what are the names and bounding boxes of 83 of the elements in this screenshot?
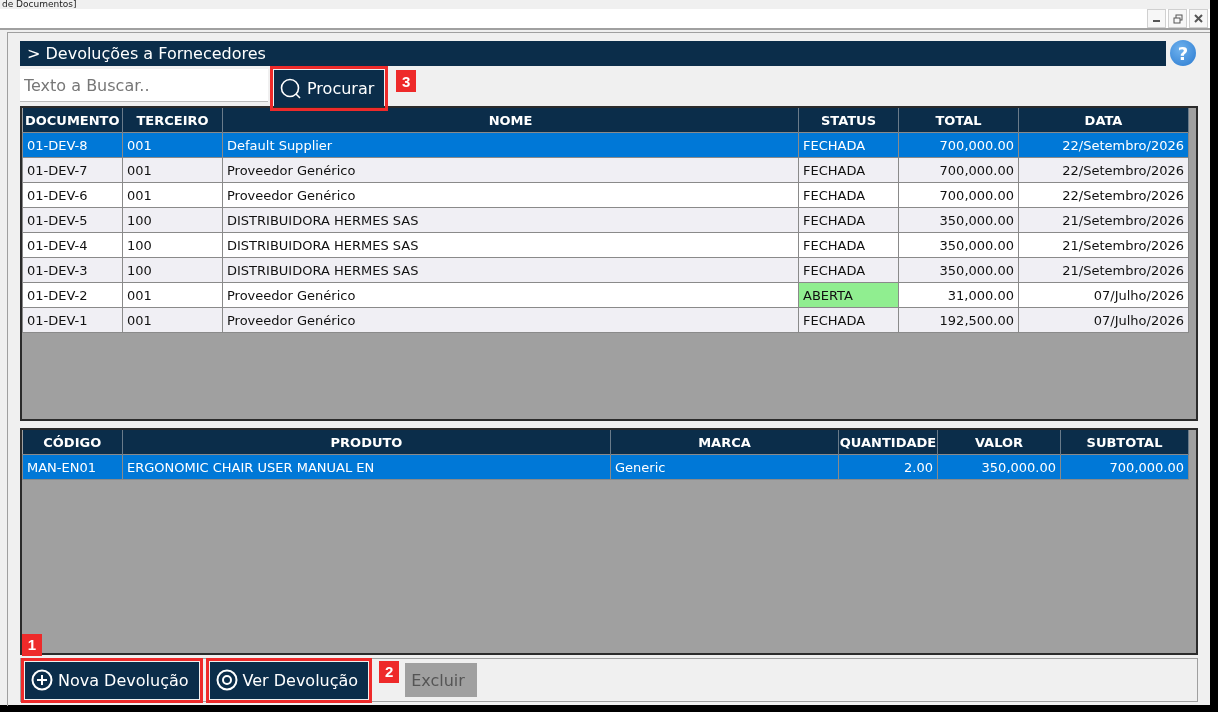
minimize-button[interactable] (1147, 9, 1166, 28)
step-number: 1 (22, 633, 42, 656)
column-header[interactable]: DATA (1018, 108, 1189, 133)
table-cell: FECHADA (798, 257, 899, 283)
restore-icon (1172, 13, 1183, 24)
table-cell: 01-DEV-7 (22, 157, 123, 183)
table-cell: Proveedor Genérico (222, 157, 799, 183)
table-cell: 22/Setembro/2026 (1018, 182, 1189, 208)
table-cell: 31,000.00 (898, 282, 1019, 308)
table-cell: 21/Setembro/2026 (1018, 232, 1189, 258)
table-cell: 2.00 (838, 454, 938, 480)
column-header[interactable]: SUBTOTAL (1060, 430, 1189, 455)
table-cell: 001 (122, 182, 223, 208)
table-cell: 700,000.00 (898, 182, 1019, 208)
step-number: 3 (396, 70, 417, 92)
table-cell: 21/Setembro/2026 (1018, 207, 1189, 233)
column-header[interactable]: DOCUMENTO (22, 108, 123, 133)
table-cell: ERGONOMIC CHAIR USER MANUAL EN (122, 454, 611, 480)
table-cell: 350,000.00 (898, 207, 1019, 233)
table-cell: MAN-EN01 (22, 454, 123, 480)
table-cell: 01-DEV-1 (22, 307, 123, 333)
column-header[interactable]: MARCA (610, 430, 839, 455)
status-cell: ABERTA (798, 282, 899, 308)
eye-icon (215, 669, 238, 691)
table-cell: 01-DEV-3 (22, 257, 123, 283)
table-cell: 001 (122, 282, 223, 308)
search-icon (280, 77, 302, 100)
table-cell: FECHADA (798, 132, 899, 158)
step-number: 2 (379, 660, 400, 683)
table-cell: 22/Setembro/2026 (1018, 132, 1189, 158)
table-cell: FECHADA (798, 232, 899, 258)
table-cell: 001 (122, 307, 223, 333)
table-cell: Proveedor Genérico (222, 282, 799, 308)
column-header[interactable]: CÓDIGO (22, 430, 123, 455)
table-cell: 350,000.00 (898, 232, 1019, 258)
table-cell: 100 (122, 232, 223, 258)
restore-button[interactable] (1168, 9, 1187, 28)
close-icon (1194, 14, 1203, 23)
close-button[interactable] (1189, 9, 1208, 28)
table-cell: 100 (122, 207, 223, 233)
table-cell: FECHADA (798, 207, 899, 233)
table-cell: 350,000.00 (898, 257, 1019, 283)
table-cell: 700,000.00 (1060, 454, 1189, 480)
column-header[interactable]: NOME (222, 108, 799, 133)
column-header[interactable]: QUANTIDADE (838, 430, 938, 455)
table-cell: 01-DEV-5 (22, 207, 123, 233)
column-header[interactable]: VALOR (937, 430, 1061, 455)
table-cell: 700,000.00 (898, 132, 1019, 158)
column-header[interactable]: STATUS (798, 108, 899, 133)
table-cell: 07/Julho/2026 (1018, 307, 1189, 333)
section-title: > Devoluções a Fornecedores (20, 40, 1166, 66)
table-cell: 01-DEV-6 (22, 182, 123, 208)
view-button[interactable]: Ver Devolução (209, 661, 369, 699)
table-cell: FECHADA (798, 182, 899, 208)
window-title: de Documentos] (2, 0, 77, 9)
search-button[interactable]: Procurar (274, 70, 385, 107)
table-cell: 001 (122, 157, 223, 183)
table-cell: 01-DEV-2 (22, 282, 123, 308)
table-cell: DISTRIBUIDORA HERMES SAS (222, 207, 799, 233)
table-cell: 07/Julho/2026 (1018, 282, 1189, 308)
table-cell: 001 (122, 132, 223, 158)
table-cell: 01-DEV-4 (22, 232, 123, 258)
table-cell: 21/Setembro/2026 (1018, 257, 1189, 283)
table-cell: Generic (610, 454, 839, 480)
table-cell: Proveedor Genérico (222, 307, 799, 333)
table-cell: 350,000.00 (937, 454, 1061, 480)
table-cell: Default Supplier (222, 132, 799, 158)
column-header[interactable]: TERCEIRO (122, 108, 223, 133)
table-cell: 192,500.00 (898, 307, 1019, 333)
search-field[interactable]: Texto a Buscar.. (20, 69, 268, 102)
table-cell: DISTRIBUIDORA HERMES SAS (222, 257, 799, 283)
table-cell: 700,000.00 (898, 157, 1019, 183)
plus-circle-icon (31, 669, 53, 691)
table-cell: FECHADA (798, 307, 899, 333)
table-cell: DISTRIBUIDORA HERMES SAS (222, 232, 799, 258)
table-cell: 01-DEV-8 (22, 132, 123, 158)
column-header[interactable]: TOTAL (898, 108, 1019, 133)
table-cell: Proveedor Genérico (222, 182, 799, 208)
table-cell: FECHADA (798, 157, 899, 183)
new-button[interactable]: Nova Devolução (25, 661, 199, 699)
column-header[interactable]: PRODUTO (122, 430, 611, 455)
table-cell: 100 (122, 257, 223, 283)
table-cell: 22/Setembro/2026 (1018, 157, 1189, 183)
